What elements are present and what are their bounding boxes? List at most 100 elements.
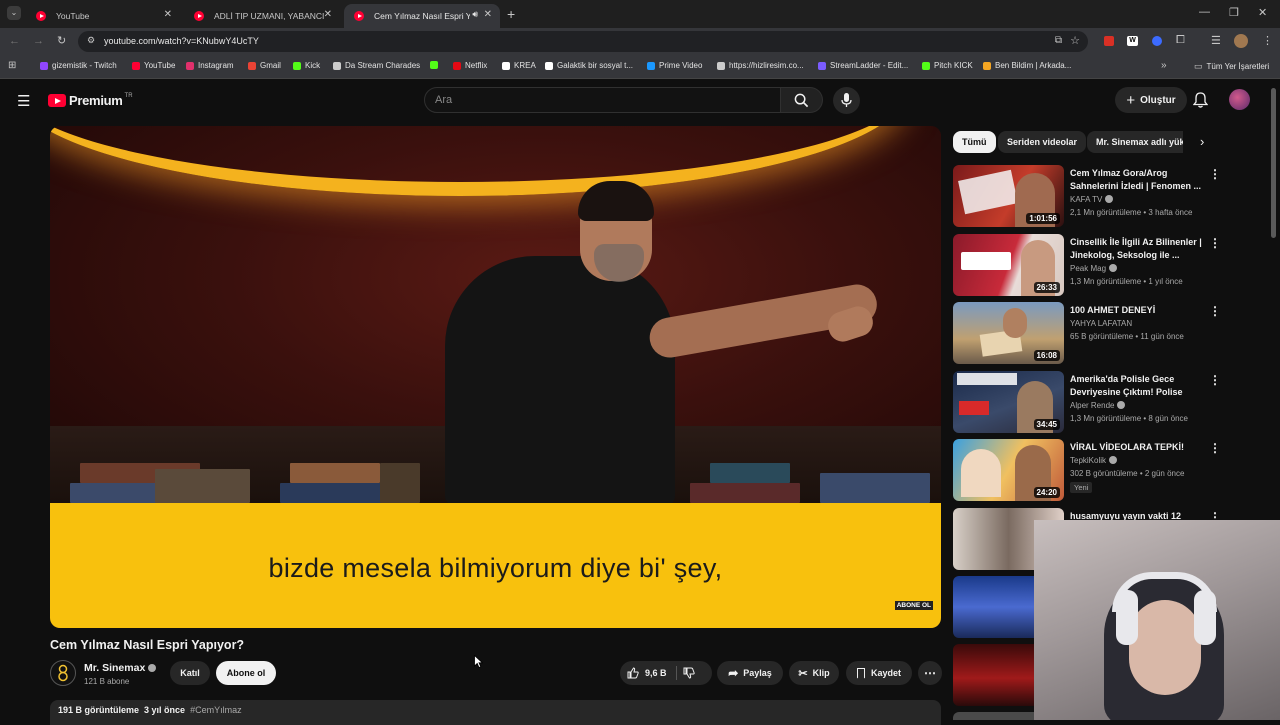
channel-name[interactable]: TepkiKolik xyxy=(1070,456,1118,465)
like-button[interactable]: 9,6 B xyxy=(620,661,673,685)
minimize-icon[interactable]: — xyxy=(1199,6,1210,18)
maximize-icon[interactable]: ❐ xyxy=(1229,6,1239,19)
bookmark-prime-video[interactable]: Prime Video xyxy=(647,61,702,70)
save-button[interactable]: Kaydet xyxy=(846,661,912,685)
channel-name[interactable]: Peak Mag xyxy=(1070,264,1118,273)
page-scrollbar[interactable] xyxy=(1271,88,1276,238)
more-bookmarks-icon[interactable]: » xyxy=(1161,60,1167,71)
channel-name[interactable]: YAHYA LAFATAN xyxy=(1070,319,1132,328)
profile-avatar[interactable] xyxy=(1234,34,1248,48)
account-avatar[interactable] xyxy=(1229,89,1250,110)
hashtag-link[interactable]: #CemYılmaz xyxy=(190,705,242,715)
tab-cem-yilmaz[interactable]: Cem Yılmaz Nasıl Espri Yapı 🔊︎ ✕ xyxy=(344,4,500,28)
channel-name[interactable]: Mr. Sinemax xyxy=(84,662,157,674)
install-app-icon[interactable]: ⧉ xyxy=(1055,35,1062,46)
chip-all[interactable]: Tümü xyxy=(953,131,996,153)
bookmark-twitch[interactable]: gizemistik - Twitch xyxy=(40,61,117,70)
menu-hamburger-icon[interactable]: ☰ xyxy=(17,92,30,110)
kick-icon xyxy=(922,61,930,70)
more-options-icon[interactable]: ⋮ xyxy=(1209,167,1221,181)
create-button[interactable]: + Oluştur xyxy=(1115,87,1187,113)
bookmark-pitch-kick[interactable]: Pitch KICK xyxy=(922,61,973,70)
recommended-video[interactable]: 34:45 Amerika'da Polisle Gece Devriyesin… xyxy=(953,371,1268,435)
notifications-bell-icon[interactable] xyxy=(1193,92,1208,108)
chevron-right-icon[interactable]: › xyxy=(1200,134,1204,149)
reload-icon[interactable]: ↻ xyxy=(57,34,66,47)
description-box[interactable]: 191 B görüntüleme 3 yıl önce #CemYılmaz xyxy=(50,700,941,725)
extensions-puzzle-icon[interactable]: ⧠ xyxy=(1176,34,1185,47)
back-icon[interactable]: ← xyxy=(9,35,20,47)
channel-name[interactable]: Alper Rende xyxy=(1070,401,1126,410)
bookmark-hizliresim[interactable]: https://hizliresim.co... xyxy=(717,61,804,70)
apps-grid-icon[interactable]: ⊞ xyxy=(8,60,16,71)
channel-avatar[interactable] xyxy=(50,660,76,686)
bookmark-streamladder[interactable]: StreamLadder - Edit... xyxy=(818,61,908,70)
audio-playing-icon[interactable]: 🔊︎ xyxy=(472,9,478,20)
bookmark-gmail[interactable]: Gmail xyxy=(248,61,281,70)
address-bar[interactable]: ⚙ youtube.com/watch?v=KNubwY4UcTY ⧉ ☆ xyxy=(78,31,1088,52)
recommended-video[interactable]: 24:20 VİRAL VİDEOLARA TEPKİ! TepkiKolik … xyxy=(953,439,1268,503)
more-options-icon[interactable]: ⋮ xyxy=(1209,373,1221,387)
bookmark-star-icon[interactable]: ☆ xyxy=(1070,34,1080,47)
video-meta: 302 B görüntüleme • 2 gün önce xyxy=(1070,469,1185,478)
video-thumbnail[interactable]: 24:20 xyxy=(953,439,1064,501)
extension-icon[interactable] xyxy=(1104,36,1114,46)
tab-adli-tip[interactable]: ADLİ TIP UZMANI, YABANCI D... ✕ xyxy=(184,4,340,28)
video-player[interactable]: bizde mesela bilmiyorum diye bi' şey, AB… xyxy=(50,126,941,628)
share-button[interactable]: ➦ Paylaş xyxy=(717,661,783,685)
recommended-video[interactable]: 1:01:56 Cem Yılmaz Gora/Arog Sahnelerini… xyxy=(953,165,1268,229)
verified-icon xyxy=(1109,456,1118,464)
voice-search-button[interactable] xyxy=(833,87,860,114)
extension-w-icon[interactable]: W xyxy=(1127,36,1138,46)
tab-close-icon[interactable]: ✕ xyxy=(164,9,172,20)
tab-youtube[interactable]: YouTube ✕ xyxy=(26,4,180,28)
video-thumbnail[interactable]: 16:08 xyxy=(953,302,1064,364)
clip-button[interactable]: ✂ Klip xyxy=(789,661,839,685)
forward-icon[interactable]: → xyxy=(33,35,44,47)
browser-menu-icon[interactable]: ⋮ xyxy=(1262,34,1273,47)
video-frame xyxy=(50,126,941,506)
bookmark-ben-bildim[interactable]: Ben Bildim | Arkada... xyxy=(983,61,1071,70)
bookmark-krea[interactable]: KREA xyxy=(502,61,536,70)
bookmark-instagram[interactable]: Instagram xyxy=(186,61,234,70)
search-button[interactable] xyxy=(781,87,823,113)
more-options-icon[interactable]: ⋮ xyxy=(1209,236,1221,250)
new-tab-button[interactable]: + xyxy=(507,6,515,22)
verified-icon xyxy=(1109,264,1118,272)
bookmark-galaktik[interactable]: Galaktik bir sosyal t... xyxy=(545,61,633,70)
recommended-video[interactable]: 26:33 Cinsellik İle İlgili Az Bilinenler… xyxy=(953,234,1268,298)
more-options-icon[interactable]: ⋮ xyxy=(1209,304,1221,318)
bookmark-youtube[interactable]: YouTube xyxy=(132,61,175,70)
subscribe-button[interactable]: Abone ol xyxy=(216,661,276,685)
tab-search-button[interactable]: ⌄ xyxy=(7,6,21,20)
video-thumbnail[interactable]: 26:33 xyxy=(953,234,1064,296)
window-close-icon[interactable]: ✕ xyxy=(1258,6,1267,19)
like-dislike-group: 9,6 B xyxy=(620,661,712,685)
more-options-icon[interactable]: ⋮ xyxy=(1209,441,1221,455)
all-bookmarks-folder[interactable]: ▭ Tüm Yer İşaretleri xyxy=(1194,61,1269,72)
bookmark-kick-2[interactable] xyxy=(430,61,442,69)
tab-close-icon[interactable]: ✕ xyxy=(484,9,492,20)
chip-series-videos[interactable]: Seriden videolar xyxy=(998,131,1087,153)
join-button[interactable]: Katıl xyxy=(170,661,210,685)
tab-close-icon[interactable]: ✕ xyxy=(324,9,332,20)
youtube-premium-logo[interactable]: Premium TR xyxy=(48,93,133,108)
bookmark-kick[interactable]: Kick xyxy=(293,61,320,70)
search-icon xyxy=(794,93,809,108)
video-meta: 1,3 Mn görüntüleme • 1 yıl önce xyxy=(1070,277,1183,286)
chip-channel-uploads[interactable]: Mr. Sinemax adlı yük xyxy=(1087,131,1183,153)
video-thumbnail[interactable]: 1:01:56 xyxy=(953,165,1064,227)
more-actions-icon[interactable]: ⋯ xyxy=(918,661,942,685)
bookmark-netflix[interactable]: Netflix xyxy=(453,61,487,70)
tab-list-icon[interactable]: ☰ xyxy=(1211,34,1221,47)
channel-name[interactable]: KAFA TV xyxy=(1070,195,1114,204)
video-thumbnail[interactable]: 34:45 xyxy=(953,371,1064,433)
extension-icon[interactable] xyxy=(1152,36,1162,46)
bookmark-da-stream[interactable]: Da Stream Charades xyxy=(333,61,420,70)
search-input[interactable]: Ara xyxy=(424,87,781,113)
dislike-button[interactable] xyxy=(683,667,695,681)
recommended-video[interactable]: 16:08 100 AHMET DENEYİ YAHYA LAFATAN 65 … xyxy=(953,302,1268,366)
site-info-icon[interactable]: ⚙ xyxy=(87,35,95,46)
video-meta: 2,1 Mn görüntüleme • 3 hafta önce xyxy=(1070,208,1193,217)
webcam-overlay xyxy=(1034,520,1280,720)
